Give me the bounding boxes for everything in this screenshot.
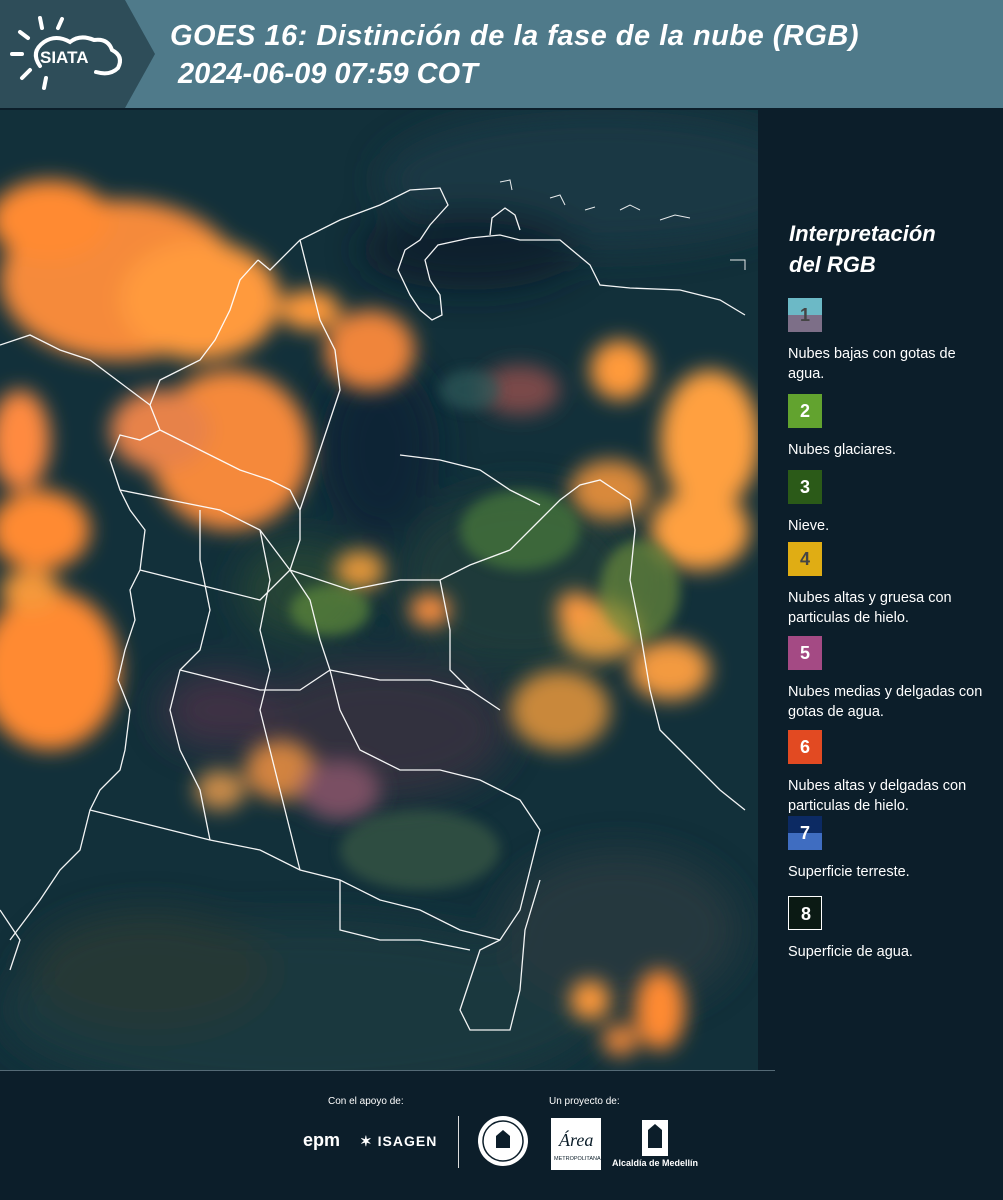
legend-title: Interpretación del RGB bbox=[789, 218, 936, 280]
epm-logo: epm bbox=[303, 1130, 341, 1150]
legend-item: 6 Nubes altas y delgadas con particulas d… bbox=[788, 730, 988, 816]
legend-title-line2: del RGB bbox=[789, 252, 876, 277]
footer-separator bbox=[458, 1116, 459, 1168]
header-bar: SIATA GOES 16: Distinción de la fase de … bbox=[0, 0, 1003, 108]
legend-label: Nubes altas y delgadas con particulas de… bbox=[788, 778, 967, 814]
project-label: Un proyecto de: bbox=[549, 1096, 620, 1107]
satellite-image bbox=[0, 110, 820, 1100]
legend-number: 7 bbox=[799, 823, 810, 843]
legend-label: Nieve. bbox=[788, 518, 830, 534]
legend-number: 8 bbox=[800, 904, 811, 924]
legend-item: 4 Nubes altas y gruesa con particulas de … bbox=[788, 542, 988, 628]
page-title: GOES 16: Distinción de la fase de la nub… bbox=[170, 20, 860, 52]
legend-label: Nubes altas y gruesa con particulas de h… bbox=[788, 590, 952, 626]
legend-swatch: 7 bbox=[788, 816, 822, 850]
legend-panel: Interpretación del RGB 1 Nubes bajas con … bbox=[760, 110, 1003, 1070]
isagen-icon: ✶ bbox=[360, 1133, 373, 1149]
svg-text:Área: Área bbox=[558, 1129, 593, 1150]
legend-number: 4 bbox=[799, 549, 810, 569]
area-metropolitana-logo: Área METROPOLITANA bbox=[551, 1118, 601, 1170]
legend-label: Nubes glaciares. bbox=[788, 442, 896, 458]
svg-text:METROPOLITANA: METROPOLITANA bbox=[554, 1156, 601, 1162]
legend-swatch: 5 bbox=[788, 636, 822, 670]
legend-label: Superficie de agua. bbox=[788, 944, 913, 960]
legend-swatch: 8 bbox=[788, 896, 822, 930]
legend-item: 7 Superficie terreste. bbox=[788, 816, 988, 882]
legend-swatch: 1 bbox=[788, 298, 822, 332]
alcaldia-medellin-logo bbox=[642, 1120, 668, 1156]
legend-swatch: 4 bbox=[788, 542, 822, 576]
legend-number: 1 bbox=[799, 305, 810, 325]
legend-number: 3 bbox=[799, 477, 810, 497]
siata-logo-text: SIATA bbox=[40, 48, 88, 67]
siata-logo: SIATA bbox=[0, 0, 160, 108]
isagen-logo: ✶ ISAGEN bbox=[360, 1133, 437, 1150]
legend-title-line1: Interpretación bbox=[789, 221, 936, 246]
satellite-rgb-map bbox=[0, 110, 820, 1100]
legend-item: 5 Nubes medias y delgadas con gotas de ag… bbox=[788, 636, 988, 722]
legend-number: 6 bbox=[799, 737, 810, 757]
legend-item: 2 Nubes glaciares. bbox=[788, 394, 988, 460]
legend-swatch: 3 bbox=[788, 470, 822, 504]
alcaldia-text: Alcaldía de Medellín bbox=[612, 1158, 699, 1168]
legend-item: 3 Nieve. bbox=[788, 470, 988, 536]
legend-item: 8 Superficie de agua. bbox=[788, 896, 988, 962]
legend-item: 1 Nubes bajas con gotas de agua. bbox=[788, 298, 988, 384]
seal-logo bbox=[478, 1116, 528, 1166]
footer: Con el apoyo de: Un proyecto de: epm ✶ I… bbox=[0, 1070, 1003, 1200]
legend-swatch: 2 bbox=[788, 394, 822, 428]
footer-divider bbox=[0, 1070, 775, 1071]
legend-label: Superficie terreste. bbox=[788, 864, 910, 880]
legend-number: 5 bbox=[799, 643, 810, 663]
support-label: Con el apoyo de: bbox=[328, 1096, 404, 1107]
isagen-text: ISAGEN bbox=[377, 1133, 438, 1149]
legend-label: Nubes medias y delgadas con gotas de agu… bbox=[788, 684, 983, 720]
legend-number: 2 bbox=[799, 401, 810, 421]
legend-swatch: 6 bbox=[788, 730, 822, 764]
legend-label: Nubes bajas con gotas de agua. bbox=[788, 346, 956, 382]
page-datetime: 2024-06-09 07:59 COT bbox=[178, 58, 478, 90]
